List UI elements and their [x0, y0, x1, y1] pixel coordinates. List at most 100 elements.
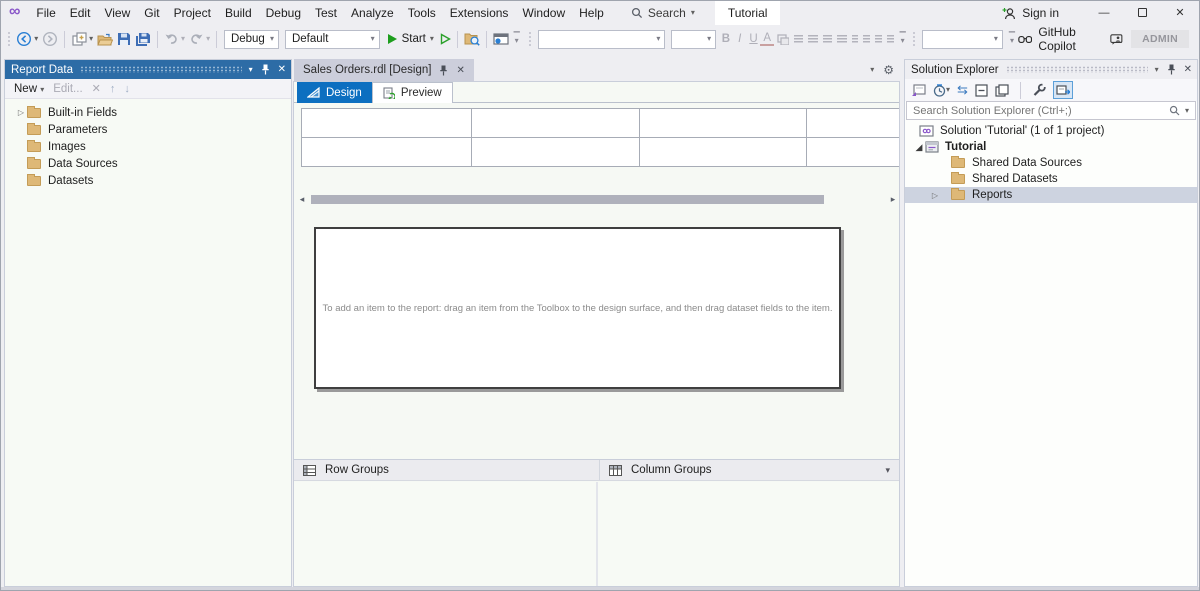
table-cell[interactable] [807, 109, 900, 138]
increase-indent-icon[interactable] [887, 35, 894, 44]
window-position-icon[interactable]: ▾ [249, 66, 253, 74]
table-cell[interactable] [302, 138, 472, 167]
menu-window[interactable]: Window [515, 1, 572, 25]
save-all-button[interactable] [133, 28, 153, 50]
table-cell[interactable] [302, 109, 472, 138]
horizontal-scrollbar[interactable]: ◂ ▸ [297, 194, 898, 205]
minimize-button[interactable]: — [1085, 1, 1123, 25]
new-menu-button[interactable]: New ▾ [14, 83, 44, 95]
scroll-left-icon[interactable]: ◂ [297, 194, 307, 205]
background-color-button[interactable] [774, 28, 791, 50]
align-center-icon[interactable] [808, 35, 817, 44]
preview-selected-items-toggle[interactable] [1053, 81, 1073, 99]
bullet-list-icon[interactable] [863, 35, 870, 44]
tree-item-images[interactable]: Images [5, 138, 291, 155]
move-down-icon[interactable]: ↓ [124, 83, 130, 95]
gear-icon[interactable]: ⚙ [883, 63, 894, 77]
pin-icon[interactable] [261, 64, 270, 75]
menu-view[interactable]: View [97, 1, 137, 25]
pin-icon[interactable] [439, 65, 448, 76]
tree-item-project-tutorial[interactable]: ◢ Tutorial [905, 139, 1197, 155]
start-without-debugging-button[interactable] [438, 28, 453, 50]
new-project-button[interactable]: ▾ [69, 28, 95, 50]
pending-changes-filter-button[interactable]: ▾ [933, 81, 950, 99]
window-position-icon[interactable]: ▾ [1155, 66, 1159, 74]
move-up-icon[interactable]: ↑ [110, 83, 116, 95]
tree-item-datasets[interactable]: Datasets [5, 172, 291, 189]
toolbar-grip[interactable] [912, 31, 916, 47]
start-debug-button[interactable]: Start ▾ [383, 28, 438, 50]
menu-build[interactable]: Build [218, 1, 259, 25]
bold-button[interactable]: B [719, 33, 733, 45]
row-groups-pane[interactable] [294, 482, 598, 586]
search-icon[interactable] [1169, 105, 1180, 116]
font-color-button[interactable]: A [760, 32, 774, 46]
close-icon[interactable]: ✕ [1184, 64, 1192, 75]
navigate-forward-button[interactable] [40, 28, 60, 50]
align-right-icon[interactable] [823, 35, 832, 44]
tree-item-data-sources[interactable]: Data Sources [5, 155, 291, 172]
tree-item-solution[interactable]: Solution 'Tutorial' (1 of 1 project) [905, 123, 1197, 139]
redo-button[interactable]: ▾ [187, 28, 212, 50]
tab-preview[interactable]: Preview [372, 82, 453, 103]
font-size-combo[interactable]: ▾ [671, 30, 716, 49]
undo-button[interactable]: ▾ [162, 28, 187, 50]
sync-with-active-document-icon[interactable]: ⇆ [957, 81, 968, 99]
zoom-combo[interactable]: ▾ [922, 30, 1003, 49]
font-name-combo[interactable]: ▾ [538, 30, 665, 49]
decrease-indent-icon[interactable] [875, 35, 882, 44]
table-cell[interactable] [807, 138, 900, 167]
scrollbar-track[interactable] [307, 195, 888, 204]
save-button[interactable] [115, 28, 133, 50]
menu-test[interactable]: Test [308, 1, 344, 25]
find-in-files-button[interactable] [462, 28, 482, 50]
column-groups-pane[interactable] [598, 482, 899, 586]
report-data-header[interactable]: Report Data ▾ ✕ [5, 60, 291, 79]
restore-button[interactable] [1123, 1, 1161, 25]
menu-debug[interactable]: Debug [259, 1, 308, 25]
close-icon[interactable]: ✕ [456, 65, 464, 76]
switch-views-button[interactable] [911, 81, 926, 99]
menu-edit[interactable]: Edit [63, 1, 98, 25]
open-file-button[interactable] [95, 28, 115, 50]
menu-help[interactable]: Help [572, 1, 611, 25]
edit-button[interactable]: Edit... [53, 83, 82, 95]
toolbar-overflow-icon[interactable]: ▔▾ [514, 35, 520, 43]
delete-icon[interactable]: ✕ [92, 82, 101, 95]
column-groups-header[interactable]: Column Groups ▾ [599, 460, 899, 480]
tab-design[interactable]: Design [297, 82, 372, 103]
tree-item-parameters[interactable]: Parameters [5, 121, 291, 138]
sign-in-button[interactable]: Sign in [1002, 6, 1059, 20]
show-all-files-button[interactable] [1032, 81, 1046, 99]
search-menu[interactable]: Search ▾ [631, 6, 695, 20]
admin-button[interactable]: ADMIN [1131, 30, 1189, 48]
scroll-right-icon[interactable]: ▸ [888, 194, 898, 205]
solution-configuration-combo[interactable]: Debug ▾ [224, 30, 279, 49]
menu-tools[interactable]: Tools [401, 1, 443, 25]
document-list-dropdown-icon[interactable]: ▾ [870, 66, 874, 74]
scrollbar-thumb[interactable] [311, 195, 824, 204]
properties-button[interactable] [995, 81, 1009, 99]
tree-item-reports[interactable]: ▷ Reports [905, 187, 1197, 203]
menu-analyze[interactable]: Analyze [344, 1, 401, 25]
table-cell[interactable] [640, 138, 807, 167]
numbered-list-icon[interactable] [852, 35, 859, 44]
close-icon[interactable]: ✕ [278, 64, 286, 75]
menu-git[interactable]: Git [137, 1, 166, 25]
toolbar-grip[interactable] [7, 31, 11, 47]
navigate-back-button[interactable]: ▾ [14, 28, 40, 50]
table-cell[interactable] [640, 109, 807, 138]
toolbar-overflow-icon[interactable]: ▔▾ [900, 35, 906, 43]
github-copilot-button[interactable]: GitHub Copilot [1018, 25, 1123, 53]
toolbar-grip[interactable] [528, 31, 532, 47]
search-options-icon[interactable]: ▾ [1185, 107, 1189, 115]
solution-search-input[interactable] [913, 105, 1164, 117]
close-button[interactable]: ✕ [1161, 1, 1199, 25]
expander-icon[interactable]: ◢ [913, 142, 925, 153]
solution-explorer-header[interactable]: Solution Explorer ▾ ✕ [905, 60, 1197, 79]
tree-item-shared-data-sources[interactable]: Shared Data Sources [905, 155, 1197, 171]
italic-button[interactable]: I [733, 33, 747, 45]
design-surface[interactable]: To add an item to the report: drag an it… [314, 227, 841, 389]
tree-item-built-in-fields[interactable]: ▷ Built-in Fields [5, 104, 291, 121]
document-tab[interactable]: Sales Orders.rdl [Design] ✕ [294, 59, 474, 81]
